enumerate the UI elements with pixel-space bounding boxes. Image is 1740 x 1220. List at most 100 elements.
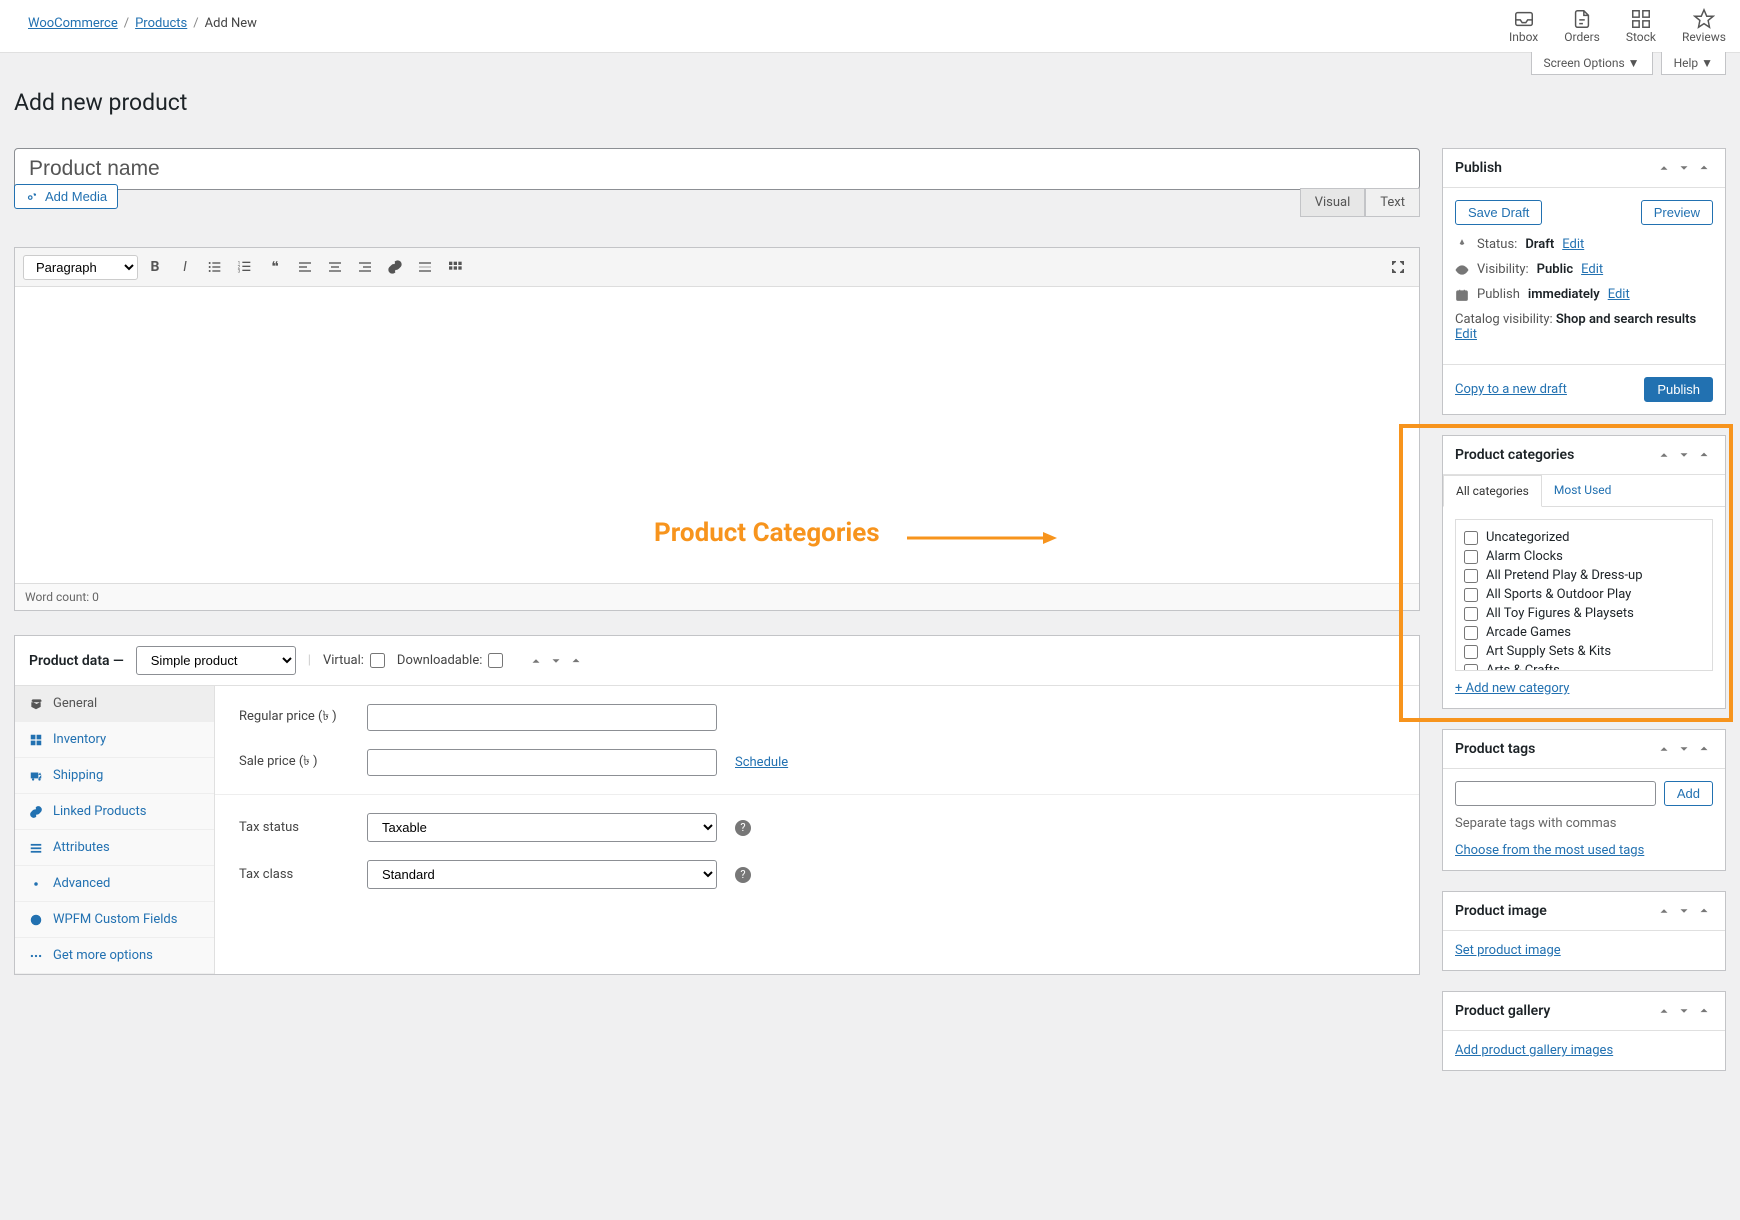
panel-up-icon[interactable] bbox=[1655, 902, 1673, 920]
tab-inventory[interactable]: Inventory bbox=[15, 722, 214, 758]
category-item[interactable]: All Sports & Outdoor Play bbox=[1464, 585, 1704, 604]
virtual-checkbox[interactable] bbox=[370, 653, 385, 668]
quote-button[interactable]: ❝ bbox=[262, 254, 288, 280]
sale-price-input[interactable] bbox=[367, 749, 717, 776]
breadcrumb-products[interactable]: Products bbox=[135, 16, 187, 31]
inbox-button[interactable]: Inbox bbox=[1509, 8, 1538, 52]
category-item[interactable]: Art Supply Sets & Kits bbox=[1464, 642, 1704, 661]
category-checkbox[interactable] bbox=[1464, 588, 1478, 602]
category-item[interactable]: Alarm Clocks bbox=[1464, 547, 1704, 566]
category-checkbox[interactable] bbox=[1464, 569, 1478, 583]
edit-publish-date-link[interactable]: Edit bbox=[1608, 287, 1630, 302]
choose-tags-link[interactable]: Choose from the most used tags bbox=[1455, 843, 1644, 858]
orders-button[interactable]: Orders bbox=[1564, 8, 1600, 52]
schedule-link[interactable]: Schedule bbox=[735, 755, 788, 770]
fullscreen-button[interactable] bbox=[1385, 254, 1411, 280]
category-label: All Toy Figures & Playsets bbox=[1486, 606, 1634, 621]
save-draft-button[interactable]: Save Draft bbox=[1455, 200, 1542, 225]
category-label: Arts & Crafts bbox=[1486, 663, 1560, 671]
tab-more[interactable]: Get more options bbox=[15, 938, 214, 974]
add-new-category-link[interactable]: + Add new category bbox=[1455, 681, 1569, 696]
panel-down-icon[interactable] bbox=[1675, 159, 1693, 177]
panel-toggle-icon[interactable] bbox=[1695, 740, 1713, 758]
panel-up-icon[interactable] bbox=[1655, 1002, 1673, 1020]
panel-up-icon[interactable] bbox=[1655, 740, 1673, 758]
product-type-select[interactable]: Simple product bbox=[136, 646, 296, 675]
more-button[interactable] bbox=[412, 254, 438, 280]
editor-body[interactable] bbox=[15, 287, 1419, 583]
category-checkbox[interactable] bbox=[1464, 550, 1478, 564]
panel-up-icon[interactable] bbox=[1655, 446, 1673, 464]
add-gallery-link[interactable]: Add product gallery images bbox=[1455, 1043, 1613, 1058]
set-image-link[interactable]: Set product image bbox=[1455, 943, 1561, 958]
format-select[interactable]: Paragraph bbox=[23, 255, 138, 280]
panel-toggle-icon[interactable] bbox=[567, 652, 585, 670]
tab-attributes[interactable]: Attributes bbox=[15, 830, 214, 866]
panel-down-icon[interactable] bbox=[1675, 446, 1693, 464]
downloadable-checkbox[interactable] bbox=[488, 653, 503, 668]
category-item[interactable]: All Pretend Play & Dress-up bbox=[1464, 566, 1704, 585]
edit-visibility-link[interactable]: Edit bbox=[1581, 262, 1603, 277]
category-item[interactable]: Uncategorized bbox=[1464, 528, 1704, 547]
publish-button[interactable]: Publish bbox=[1644, 377, 1713, 402]
category-item[interactable]: All Toy Figures & Playsets bbox=[1464, 604, 1704, 623]
panel-down-icon[interactable] bbox=[1675, 740, 1693, 758]
edit-status-link[interactable]: Edit bbox=[1562, 237, 1584, 252]
tax-class-select[interactable]: Standard bbox=[367, 860, 717, 889]
align-right-button[interactable] bbox=[352, 254, 378, 280]
category-item[interactable]: Arts & Crafts bbox=[1464, 661, 1704, 671]
panel-toggle-icon[interactable] bbox=[1695, 159, 1713, 177]
align-center-button[interactable] bbox=[322, 254, 348, 280]
regular-price-input[interactable] bbox=[367, 704, 717, 731]
preview-button[interactable]: Preview bbox=[1641, 200, 1713, 225]
edit-catalog-link[interactable]: Edit bbox=[1455, 327, 1477, 342]
add-media-button[interactable]: Add Media bbox=[14, 184, 118, 209]
stock-button[interactable]: Stock bbox=[1626, 8, 1656, 52]
category-checkbox[interactable] bbox=[1464, 607, 1478, 621]
tab-most-used[interactable]: Most Used bbox=[1542, 475, 1624, 506]
toolbar-toggle-button[interactable] bbox=[442, 254, 468, 280]
tab-wpfm[interactable]: WPFM Custom Fields bbox=[15, 902, 214, 938]
copy-draft-link[interactable]: Copy to a new draft bbox=[1455, 382, 1567, 397]
help-icon[interactable]: ? bbox=[735, 867, 751, 883]
panel-toggle-icon[interactable] bbox=[1695, 1002, 1713, 1020]
tab-general[interactable]: General bbox=[15, 686, 214, 722]
help-button[interactable]: Help ▼ bbox=[1661, 52, 1726, 75]
align-left-button[interactable] bbox=[292, 254, 318, 280]
product-name-input[interactable] bbox=[14, 148, 1420, 190]
category-item[interactable]: Arcade Games bbox=[1464, 623, 1704, 642]
screen-options-button[interactable]: Screen Options ▼ bbox=[1531, 52, 1653, 75]
panel-toggle-icon[interactable] bbox=[1695, 446, 1713, 464]
svg-text:3: 3 bbox=[238, 268, 241, 274]
tab-visual[interactable]: Visual bbox=[1300, 188, 1366, 217]
bold-button[interactable]: B bbox=[142, 254, 168, 280]
panel-up-icon[interactable] bbox=[527, 652, 545, 670]
image-panel: Product image Set product image bbox=[1442, 891, 1726, 971]
tab-linked[interactable]: Linked Products bbox=[15, 794, 214, 830]
tab-advanced[interactable]: Advanced bbox=[15, 866, 214, 902]
panel-up-icon[interactable] bbox=[1655, 159, 1673, 177]
tags-hint: Separate tags with commas bbox=[1455, 816, 1713, 831]
category-checkbox[interactable] bbox=[1464, 664, 1478, 672]
category-checkbox[interactable] bbox=[1464, 626, 1478, 640]
tab-shipping[interactable]: Shipping bbox=[15, 758, 214, 794]
panel-down-icon[interactable] bbox=[1675, 902, 1693, 920]
panel-down-icon[interactable] bbox=[1675, 1002, 1693, 1020]
category-checkbox[interactable] bbox=[1464, 645, 1478, 659]
reviews-button[interactable]: Reviews bbox=[1682, 8, 1726, 52]
category-checkbox[interactable] bbox=[1464, 531, 1478, 545]
link-button[interactable] bbox=[382, 254, 408, 280]
italic-button[interactable]: I bbox=[172, 254, 198, 280]
tag-input[interactable] bbox=[1455, 781, 1656, 806]
add-tag-button[interactable]: Add bbox=[1664, 781, 1713, 806]
tax-status-select[interactable]: Taxable bbox=[367, 813, 717, 842]
ol-button[interactable]: 123 bbox=[232, 254, 258, 280]
help-icon[interactable]: ? bbox=[735, 820, 751, 836]
category-label: Uncategorized bbox=[1486, 530, 1569, 545]
tab-all-categories[interactable]: All categories bbox=[1443, 475, 1542, 507]
tab-text[interactable]: Text bbox=[1365, 188, 1420, 217]
panel-toggle-icon[interactable] bbox=[1695, 902, 1713, 920]
ul-button[interactable] bbox=[202, 254, 228, 280]
breadcrumb-woocommerce[interactable]: WooCommerce bbox=[28, 16, 118, 31]
panel-down-icon[interactable] bbox=[547, 652, 565, 670]
